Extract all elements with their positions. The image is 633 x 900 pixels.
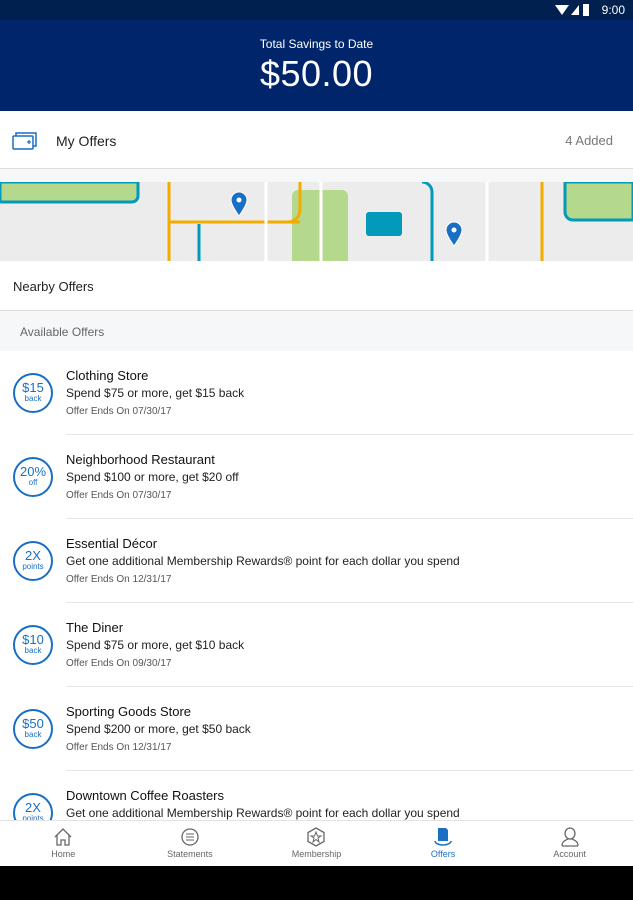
- offer-description: Spend $100 or more, get $20 off: [66, 470, 239, 484]
- wifi-signal-battery-icon: [555, 4, 589, 16]
- offer-end-date: Offer Ends On 09/30/17: [66, 658, 172, 669]
- badge-value: 2X: [25, 548, 41, 563]
- nearby-map[interactable]: [0, 182, 633, 261]
- tab-offers[interactable]: Offers: [380, 821, 507, 866]
- nearby-offers-title: Nearby Offers: [13, 279, 94, 294]
- offer-description: Spend $75 or more, get $15 back: [66, 386, 245, 400]
- tab-label: Statements: [167, 849, 213, 859]
- tab-account[interactable]: Account: [506, 821, 633, 866]
- offer-end-date: Offer Ends On 12/31/17: [66, 742, 172, 753]
- offer-badge: 20% off: [13, 457, 53, 497]
- savings-amount: $50.00: [259, 53, 374, 94]
- offer-item[interactable]: $10 back The Diner Spend $75 or more, get…: [0, 603, 633, 687]
- offer-name: The Diner: [66, 620, 124, 635]
- available-offers-header: Available Offers: [0, 311, 633, 351]
- badge-value: $10: [22, 632, 44, 647]
- clock: 9:00: [601, 3, 625, 17]
- offers-icon: [434, 828, 452, 846]
- status-bar: 9:00: [0, 0, 633, 20]
- account-icon: [561, 827, 579, 847]
- offer-badge: $10 back: [13, 625, 53, 665]
- tab-membership[interactable]: Membership: [253, 821, 380, 866]
- offer-name: Sporting Goods Store: [66, 704, 192, 719]
- offer-badge: $15 back: [13, 373, 53, 413]
- offer-badge: $50 back: [13, 709, 53, 749]
- divider: [0, 169, 633, 182]
- badge-unit: back: [24, 646, 42, 655]
- offer-description: Spend $200 or more, get $50 back: [66, 722, 251, 736]
- offer-end-date: Offer Ends On 12/31/17: [66, 574, 172, 585]
- tab-label: Account: [553, 849, 586, 859]
- my-offers-title: My Offers: [56, 133, 117, 149]
- badge-value: 2X: [25, 800, 41, 815]
- offer-item[interactable]: 2X points Downtown Coffee Roasters Get on…: [0, 771, 633, 820]
- offer-badge: 2X points: [13, 541, 53, 581]
- bottom-nav: Home Statements Membership Offers Accoun…: [0, 820, 633, 866]
- offers-list[interactable]: $15 back Clothing Store Spend $75 or more…: [0, 351, 633, 820]
- offer-name: Clothing Store: [66, 368, 149, 383]
- tab-label: Membership: [291, 849, 342, 859]
- offer-name: Essential Décor: [66, 536, 158, 551]
- my-offers-row[interactable]: My Offers 4 Added: [0, 111, 633, 169]
- offer-item[interactable]: $50 back Sporting Goods Store Spend $200 …: [0, 687, 633, 771]
- nearby-offers-row[interactable]: Nearby Offers: [0, 261, 633, 311]
- offer-description: Get one additional Membership Rewards® p…: [66, 806, 460, 820]
- membership-icon: [307, 827, 326, 847]
- tab-home[interactable]: Home: [0, 821, 127, 866]
- available-offers-title: Available Offers: [20, 325, 105, 339]
- tab-statements[interactable]: Statements: [127, 821, 254, 866]
- offer-item[interactable]: 20% off Neighborhood Restaurant Spend $10…: [0, 435, 633, 519]
- badge-value: $50: [22, 716, 44, 731]
- home-icon: [54, 828, 72, 846]
- offer-end-date: Offer Ends On 07/30/17: [66, 490, 172, 501]
- statements-icon: [181, 828, 199, 846]
- offer-description: Get one additional Membership Rewards® p…: [66, 554, 460, 568]
- tab-label: Offers: [430, 849, 456, 859]
- savings-header: Total Savings to Date $50.00: [0, 20, 633, 111]
- tab-label: Home: [51, 849, 76, 859]
- my-offers-count: 4 Added: [565, 133, 613, 148]
- badge-unit: back: [24, 730, 42, 739]
- offer-end-date: Offer Ends On 07/30/17: [66, 406, 172, 417]
- badge-value: 20%: [19, 464, 47, 479]
- savings-label: Total Savings to Date: [259, 37, 374, 51]
- badge-unit: points: [22, 562, 44, 571]
- offer-name: Neighborhood Restaurant: [66, 452, 215, 467]
- badge-unit: back: [24, 394, 42, 403]
- badge-value: $15: [22, 380, 44, 395]
- offer-item[interactable]: $15 back Clothing Store Spend $75 or more…: [0, 351, 633, 435]
- offer-badge: 2X points: [13, 793, 53, 820]
- offer-name: Downtown Coffee Roasters: [66, 788, 225, 803]
- offer-description: Spend $75 or more, get $10 back: [66, 638, 245, 652]
- cards-icon: [12, 132, 37, 150]
- badge-unit: off: [28, 478, 38, 487]
- offer-item[interactable]: 2X points Essential Décor Get one additio…: [0, 519, 633, 603]
